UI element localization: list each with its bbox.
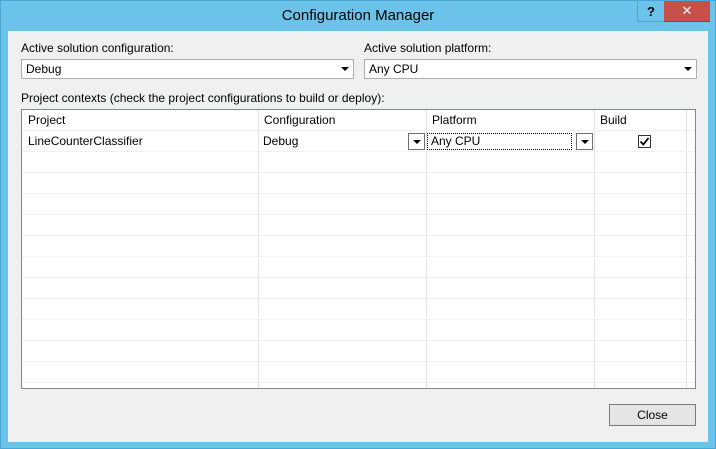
platform-cell-value: Any CPU — [427, 133, 572, 150]
configuration-cell-value: Debug — [263, 134, 299, 148]
column-header-build[interactable]: Build — [594, 110, 686, 130]
grid-header-row: Project Configuration Platform Build — [22, 110, 695, 131]
help-button[interactable]: ? — [637, 1, 664, 22]
table-row[interactable]: LineCounterClassifier Debug Any CPU — [22, 131, 695, 152]
active-solution-configuration-dropdown[interactable]: Debug — [21, 59, 354, 79]
close-icon: ✕ — [681, 3, 693, 18]
active-solution-platform-label: Active solution platform: — [364, 41, 492, 55]
chevron-down-icon[interactable] — [576, 133, 593, 150]
active-solution-configuration-value: Debug — [26, 62, 62, 76]
project-contexts-grid[interactable]: Project Configuration Platform Build Lin… — [21, 109, 696, 389]
close-button-label: Close — [637, 408, 668, 422]
empty-row — [22, 299, 695, 320]
empty-row — [22, 278, 695, 299]
chevron-down-icon[interactable] — [679, 60, 696, 78]
project-name-cell: LineCounterClassifier — [28, 134, 143, 148]
active-solution-platform-dropdown[interactable]: Any CPU — [364, 59, 697, 79]
configuration-cell-dropdown[interactable]: Debug — [259, 132, 425, 151]
window-title: Configuration Manager — [281, 7, 435, 24]
window-close-button[interactable]: ✕ — [664, 1, 710, 22]
help-icon: ? — [647, 3, 655, 19]
empty-row — [22, 341, 695, 362]
project-contexts-label: Project contexts (check the project conf… — [21, 91, 385, 105]
empty-row — [22, 215, 695, 236]
column-header-project[interactable]: Project — [22, 110, 258, 130]
column-header-platform[interactable]: Platform — [426, 110, 594, 130]
title-bar[interactable]: Configuration Manager ? ✕ — [1, 1, 715, 31]
checkmark-icon — [639, 137, 650, 146]
platform-cell-dropdown[interactable]: Any CPU — [427, 132, 593, 151]
close-button[interactable]: Close — [609, 404, 696, 426]
chevron-down-icon[interactable] — [336, 60, 353, 78]
column-header-configuration[interactable]: Configuration — [258, 110, 426, 130]
empty-row — [22, 194, 695, 215]
empty-row — [22, 362, 695, 383]
chevron-down-icon[interactable] — [408, 133, 425, 150]
active-solution-configuration-label: Active solution configuration: — [21, 41, 174, 55]
dialog-body: Active solution configuration: Debug Act… — [8, 31, 708, 442]
empty-row — [22, 257, 695, 278]
build-checkbox[interactable] — [638, 135, 651, 148]
empty-row — [22, 236, 695, 257]
empty-row — [22, 173, 695, 194]
empty-row — [22, 320, 695, 341]
active-solution-platform-value: Any CPU — [369, 62, 419, 76]
empty-row — [22, 152, 695, 173]
configuration-manager-window: Configuration Manager ? ✕ Active solutio… — [0, 0, 716, 449]
